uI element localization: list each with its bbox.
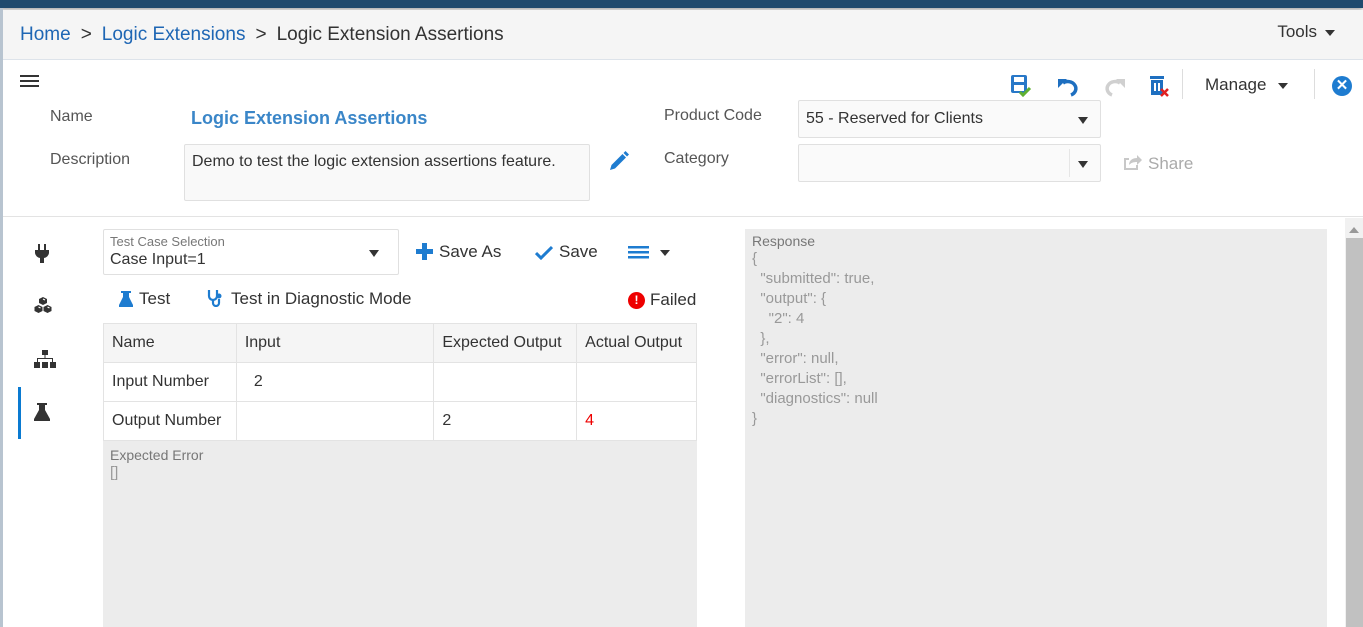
top-bar — [0, 0, 1363, 8]
product-code-label: Product Code — [664, 107, 762, 124]
name-label: Name — [50, 108, 93, 125]
category-label: Category — [664, 150, 729, 167]
pencil-icon[interactable] — [606, 150, 630, 174]
list-menu-button[interactable] — [628, 242, 670, 262]
response-body: { "submitted": true, "output": { "2": 4 … — [752, 250, 878, 427]
side-nav-item-cubes[interactable] — [18, 281, 68, 333]
toolbar-divider — [1314, 69, 1315, 99]
breadcrumb-bar: Home > Logic Extensions > Logic Extension As… — [3, 10, 1363, 60]
sitemap-icon — [34, 350, 56, 368]
manage-menu[interactable]: Manage — [1205, 75, 1289, 95]
test-case-select[interactable]: Test Case Selection Case Input=1 — [103, 229, 399, 275]
flask-icon — [34, 403, 50, 421]
product-code-select[interactable]: 55 - Reserved for Clients — [798, 100, 1101, 138]
caret-down-icon — [660, 249, 670, 256]
cell-name: Output Number — [103, 401, 237, 441]
breadcrumb: Home > Logic Extensions > Logic Extension As… — [20, 24, 504, 46]
side-nav-item-plug[interactable] — [18, 228, 68, 280]
breadcrumb-separator: > — [80, 24, 92, 45]
description-field[interactable]: Demo to test the logic extension asserti… — [184, 144, 590, 201]
caret-down-icon — [1078, 117, 1088, 124]
test-button[interactable]: Test — [119, 289, 170, 309]
delete-icon[interactable] — [1146, 73, 1172, 99]
plug-icon — [35, 244, 49, 263]
error-icon: ! — [628, 292, 645, 309]
column-header-input[interactable]: Input — [235, 323, 435, 363]
cell-input[interactable]: 2 — [235, 362, 435, 402]
toolbar-divider — [1182, 69, 1183, 99]
side-nav-item-sitemap[interactable] — [18, 334, 68, 386]
cell-expected[interactable] — [433, 362, 578, 402]
breadcrumb-home[interactable]: Home — [20, 24, 71, 45]
header-area: Manage ✕ Name Logic Extension Assertions… — [3, 61, 1363, 217]
test-case-selection-label: Test Case Selection — [110, 234, 225, 249]
save-label: Save — [559, 242, 598, 261]
save-icon[interactable] — [1008, 73, 1034, 99]
redo-icon[interactable] — [1101, 73, 1127, 99]
scrollbar-thumb[interactable] — [1346, 238, 1363, 627]
save-as-label: Save As — [439, 242, 502, 261]
test-label: Test — [139, 289, 171, 308]
caret-down-icon — [1078, 161, 1088, 168]
cell-actual: 4 — [576, 401, 697, 441]
expected-error-title: Expected Error — [110, 447, 204, 463]
share-icon — [1124, 155, 1142, 170]
tools-label: Tools — [1277, 22, 1317, 41]
cubes-icon — [34, 297, 52, 313]
close-icon[interactable]: ✕ — [1332, 76, 1352, 96]
select-divider — [1069, 149, 1070, 177]
test-grid: Name Input Expected Output Actual Output… — [103, 323, 697, 441]
column-header-actual-output[interactable]: Actual Output — [576, 323, 697, 363]
column-header-expected-output[interactable]: Expected Output — [433, 323, 578, 363]
list-icon — [628, 246, 649, 259]
hamburger-menu-icon[interactable] — [20, 75, 39, 87]
undo-icon[interactable] — [1056, 73, 1082, 99]
check-icon — [534, 245, 554, 261]
side-nav-item-flask[interactable] — [18, 387, 68, 439]
scroll-up-arrow-icon[interactable] — [1349, 227, 1359, 233]
save-button[interactable]: Save — [534, 242, 598, 262]
caret-down-icon — [369, 250, 379, 257]
vertical-scrollbar[interactable] — [1345, 218, 1363, 627]
share-label: Share — [1148, 154, 1194, 173]
expected-error-panel[interactable]: Expected Error [] — [103, 441, 697, 627]
cell-input[interactable] — [235, 401, 435, 441]
cell-actual — [576, 362, 697, 402]
save-as-button[interactable]: Save As — [416, 242, 501, 262]
manage-label: Manage — [1205, 75, 1267, 94]
tools-menu[interactable]: Tools — [1277, 22, 1335, 42]
test-diagnostic-button[interactable]: Test in Diagnostic Mode — [207, 289, 411, 309]
plus-icon — [416, 243, 433, 260]
test-case-selection-value: Case Input=1 — [110, 251, 206, 268]
share-button[interactable]: Share — [1122, 153, 1193, 174]
caret-down-icon — [1325, 29, 1335, 36]
breadcrumb-separator: > — [255, 24, 267, 45]
test-status-label: Failed — [650, 290, 697, 309]
name-value: Logic Extension Assertions — [191, 108, 428, 128]
table-header-row: Name Input Expected Output Actual Output — [103, 323, 697, 363]
breadcrumb-current: Logic Extension Assertions — [276, 24, 504, 45]
description-label: Description — [50, 151, 131, 168]
test-status: ! Failed — [628, 290, 696, 310]
response-title: Response — [752, 233, 816, 249]
response-panel: Response { "submitted": true, "output": … — [745, 229, 1327, 627]
cell-expected[interactable]: 2 — [433, 401, 578, 441]
category-select[interactable] — [798, 144, 1101, 182]
flask-icon — [119, 291, 133, 307]
table-row: Output Number 2 4 — [103, 401, 697, 441]
breadcrumb-logic-extensions[interactable]: Logic Extensions — [102, 24, 246, 45]
cell-name: Input Number — [103, 362, 237, 402]
product-code-value: 55 - Reserved for Clients — [806, 110, 983, 127]
stethoscope-icon — [207, 290, 222, 308]
column-header-name[interactable]: Name — [103, 323, 237, 363]
caret-down-icon — [1278, 82, 1289, 89]
table-row: Input Number 2 — [103, 362, 697, 402]
expected-error-value: [] — [110, 464, 119, 481]
test-diagnostic-label: Test in Diagnostic Mode — [231, 289, 412, 308]
